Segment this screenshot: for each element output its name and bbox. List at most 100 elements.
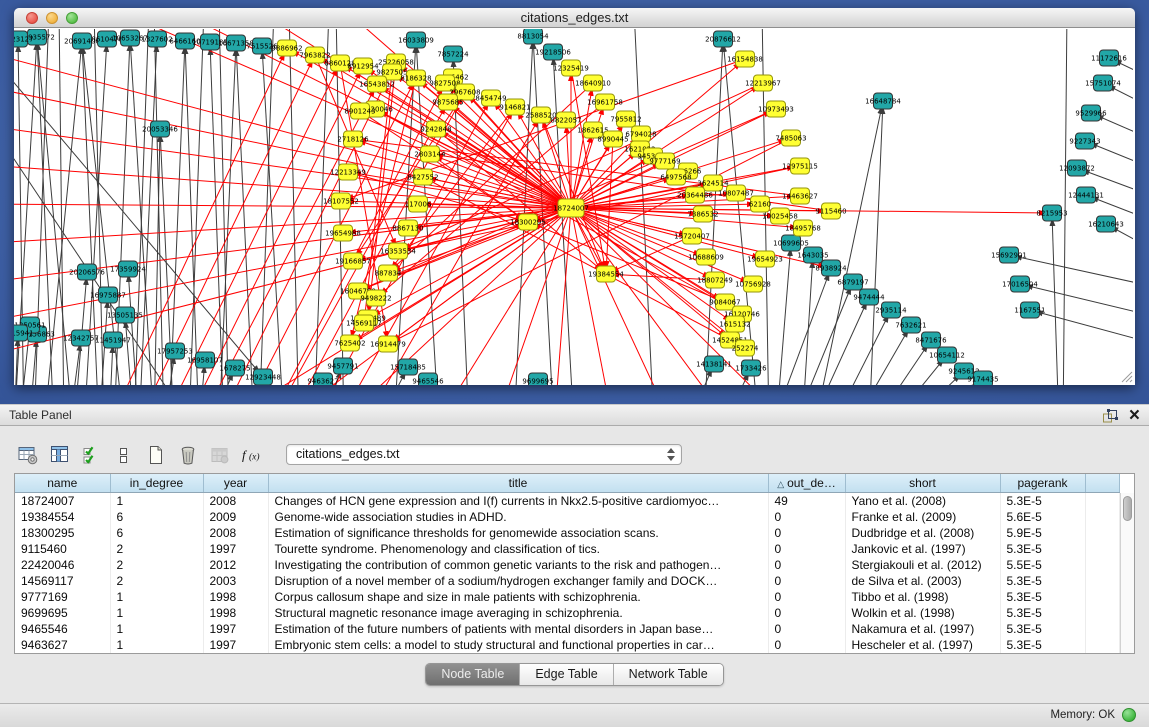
column-header-title[interactable]: title [268, 474, 768, 492]
table-row[interactable]: 1872400712008Changes of HCN gene express… [15, 492, 1119, 509]
graph-edge[interactable] [289, 29, 299, 385]
column-header-out_de[interactable]: △out_de… [768, 474, 845, 492]
table-cell[interactable]: 22420046 [15, 557, 110, 573]
table-cell[interactable]: Disruption of a novel member of a sodium… [268, 573, 768, 589]
table-cell[interactable]: 1 [110, 605, 203, 621]
table-cell[interactable]: Structural magnetic resonance image aver… [268, 605, 768, 621]
graph-edge[interactable] [1063, 29, 1067, 385]
table-cell[interactable]: Changes of HCN gene expression and I(f) … [268, 492, 768, 509]
select-all-icon[interactable] [80, 443, 104, 467]
table-cell[interactable]: 14569117 [15, 573, 110, 589]
table-mode-icon[interactable] [16, 443, 40, 467]
show-columns-icon[interactable] [48, 443, 72, 467]
table-row[interactable]: 1456911722003Disruption of a novel membe… [15, 573, 1119, 589]
table-cell[interactable]: 19384554 [15, 509, 110, 525]
new-object-icon[interactable] [144, 443, 168, 467]
table-cell[interactable]: Nakamura et al. (1997) [845, 621, 1000, 637]
graph-edge[interactable] [14, 59, 263, 377]
column-header-short[interactable]: short [845, 474, 1000, 492]
table-cell[interactable]: 0 [768, 621, 845, 637]
table-cell[interactable]: 1997 [203, 541, 268, 557]
table-cell[interactable]: 5.3E-5 [1000, 621, 1085, 637]
table-row[interactable]: 977716911998Corpus callosum shape and si… [15, 589, 1119, 605]
table-cell[interactable]: Estimation of significance thresholds fo… [268, 525, 768, 541]
table-cell[interactable]: 1 [110, 621, 203, 637]
graph-edge[interactable] [851, 325, 911, 385]
table-cell[interactable]: Tibbo et al. (1998) [845, 589, 1000, 605]
table-cell[interactable]: 5.3E-5 [1000, 541, 1085, 557]
table-cell[interactable]: 5.3E-5 [1000, 573, 1085, 589]
graph-edge[interactable] [59, 29, 64, 385]
table-cell[interactable]: 5.3E-5 [1000, 492, 1085, 509]
graph-edge[interactable] [771, 268, 831, 385]
table-cell[interactable]: 2012 [203, 557, 268, 573]
clear-selection-icon[interactable] [112, 443, 136, 467]
table-cell[interactable]: 0 [768, 573, 845, 589]
graph-edge[interactable] [1052, 213, 1059, 385]
table-cell[interactable]: 0 [768, 589, 845, 605]
table-cell[interactable]: 6 [110, 509, 203, 525]
table-cell[interactable]: 0 [768, 541, 845, 557]
graph-edge[interactable] [14, 208, 571, 324]
table-cell[interactable]: 9465546 [15, 621, 110, 637]
table-cell[interactable]: Investigating the contribution of common… [268, 557, 768, 573]
table-cell[interactable]: 2009 [203, 509, 268, 525]
table-cell[interactable]: Embryonic stem cells: a model to study s… [268, 637, 768, 653]
table-cell[interactable]: Genome-wide association studies in ADHD. [268, 509, 768, 525]
delete-table-icon[interactable] [176, 443, 200, 467]
table-cell[interactable]: 0 [768, 509, 845, 525]
tab-edge-table[interactable]: Edge Table [519, 664, 612, 685]
table-scrollbar[interactable] [1120, 493, 1134, 653]
zoom-window-icon[interactable] [66, 12, 78, 24]
table-cell[interactable]: 2 [110, 557, 203, 573]
float-panel-icon[interactable] [1102, 409, 1118, 424]
close-window-icon[interactable] [26, 12, 38, 24]
table-cell[interactable]: 9115460 [15, 541, 110, 557]
graph-edge[interactable] [869, 101, 883, 385]
table-row[interactable]: 2242004622012Investigating the contribut… [15, 557, 1119, 573]
table-cell[interactable]: 5.5E-5 [1000, 557, 1085, 573]
graph-edge[interactable] [793, 282, 853, 385]
table-row[interactable]: 969969511998Structural magnetic resonanc… [15, 605, 1119, 621]
graph-edge[interactable] [554, 208, 571, 385]
graph-edge[interactable] [134, 29, 149, 385]
table-cell[interactable]: 0 [768, 557, 845, 573]
network-canvas[interactable]: 2493557220691406861047610653267132760264… [14, 29, 1135, 385]
table-cell[interactable]: 9463627 [15, 637, 110, 653]
tab-node-table[interactable]: Node Table [426, 664, 519, 685]
column-header-pagerank[interactable]: pagerank [1000, 474, 1085, 492]
column-header-name[interactable]: name [15, 474, 110, 492]
table-cell[interactable]: Stergiakouli et al. (2012) [845, 557, 1000, 573]
resize-grip-icon[interactable] [1119, 369, 1133, 383]
table-cell[interactable]: 9777169 [15, 589, 110, 605]
graph-edge[interactable] [74, 272, 87, 385]
table-cell[interactable]: 1997 [203, 621, 268, 637]
graph-edge[interactable] [776, 243, 791, 385]
table-cell[interactable]: 2008 [203, 492, 268, 509]
graph-edge[interactable] [571, 208, 674, 385]
table-scrollbar-thumb[interactable] [1123, 496, 1132, 521]
function-builder-icon[interactable]: f(x) [240, 443, 264, 467]
graph-edge[interactable] [259, 29, 274, 385]
table-cell[interactable]: 0 [768, 637, 845, 653]
table-cell[interactable]: 1998 [203, 589, 268, 605]
table-cell[interactable]: 9699695 [15, 605, 110, 621]
column-header-year[interactable]: year [203, 474, 268, 492]
table-row[interactable]: 946362711997Embryonic stem cells: a mode… [15, 637, 1119, 653]
table-cell[interactable]: Yano et al. (2008) [845, 492, 1000, 509]
table-cell[interactable]: 0 [768, 525, 845, 541]
table-cell[interactable]: 0 [768, 605, 845, 621]
window-titlebar[interactable]: citations_edges.txt [14, 8, 1135, 28]
table-cell[interactable]: 2 [110, 573, 203, 589]
table-row[interactable]: 1938455462009Genome-wide association stu… [15, 509, 1119, 525]
table-cell[interactable]: Jankovic et al. (1997) [845, 541, 1000, 557]
table-cell[interactable]: 2008 [203, 525, 268, 541]
table-selector-dropdown[interactable]: citations_edges.txt [286, 444, 682, 465]
table-cell[interactable]: 2 [110, 541, 203, 557]
minimize-window-icon[interactable] [46, 12, 58, 24]
table-cell[interactable]: 1997 [203, 637, 268, 653]
table-cell[interactable]: 18724007 [15, 492, 110, 509]
table-cell[interactable]: Wolkin et al. (1998) [845, 605, 1000, 621]
graph-edge[interactable] [1030, 310, 1133, 349]
table-cell[interactable]: Franke et al. (2009) [845, 509, 1000, 525]
